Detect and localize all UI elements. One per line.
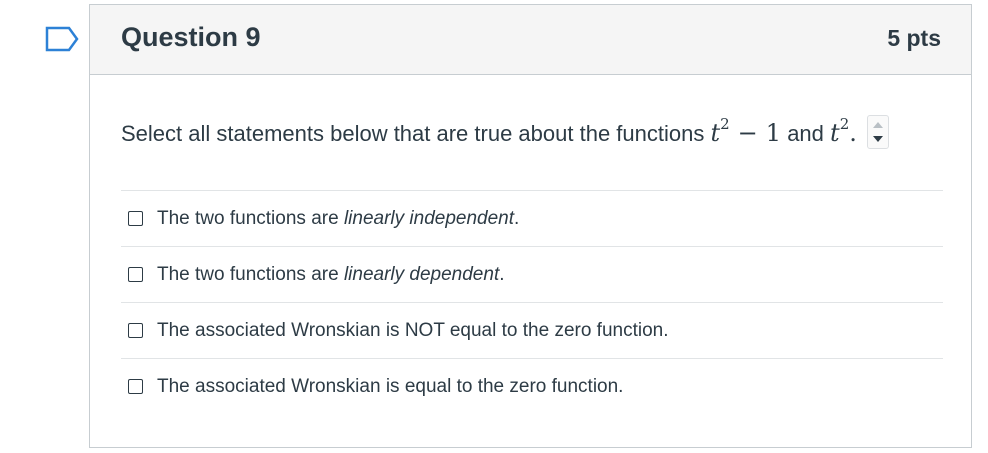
answer-label[interactable]: The two functions are linearly independe… [157,208,519,230]
question-header: Question 9 5 pts [90,5,971,75]
answer-checkbox[interactable] [128,323,143,338]
answer-label-suffix: . [499,263,505,285]
answer-label-text: The associated Wronskian is equal to the… [157,375,624,397]
answer-label-text: The two functions are [157,207,344,229]
answer-label-emphasis: linearly dependent [343,263,500,285]
spinner-up-icon[interactable] [873,122,883,129]
func1-const: 1 [765,119,782,147]
answer-checkbox[interactable] [128,211,143,226]
spinner-down-icon[interactable] [873,136,883,143]
answer-label[interactable]: The associated Wronskian is equal to the… [157,376,623,398]
bookmark-icon[interactable] [45,26,79,52]
conjunction: and [787,121,824,146]
function-one: t2−1 [710,115,782,147]
answer-option[interactable]: The associated Wronskian is NOT equal to… [121,302,943,358]
answer-label[interactable]: The associated Wronskian is NOT equal to… [157,320,669,342]
answer-label[interactable]: The two functions are linearly dependent… [157,264,505,286]
func1-exp: 2 [720,115,730,133]
answer-checkbox[interactable] [128,267,143,282]
answer-checkbox[interactable] [128,379,143,394]
question-card: Question 9 5 pts Select all statements b… [89,4,972,448]
answer-option[interactable]: The associated Wronskian is equal to the… [121,358,943,414]
math-spinner-icon[interactable] [867,115,889,150]
answer-option[interactable]: The two functions are linearly dependent… [121,246,943,302]
answer-label-emphasis: linearly independent [343,207,515,229]
end-punct: . [849,119,857,147]
answer-list: The two functions are linearly independe… [121,190,943,414]
func1-base: t [710,119,721,147]
question-title: Question 9 [121,22,261,52]
question-points: 5 pts [887,25,941,51]
answer-label-text: The associated Wronskian is NOT equal to… [157,319,669,341]
answer-option[interactable]: The two functions are linearly independe… [121,190,943,246]
answer-label-text: The two functions are [157,263,344,285]
prompt-text: Select all statements below that are tru… [121,121,705,146]
question-prompt: Select all statements below that are tru… [121,115,889,152]
answer-label-suffix: . [514,207,520,229]
function-two: t2. [830,115,857,147]
func2-exp: 2 [839,115,850,133]
func1-op: − [737,119,758,147]
func2-base: t [830,119,840,147]
